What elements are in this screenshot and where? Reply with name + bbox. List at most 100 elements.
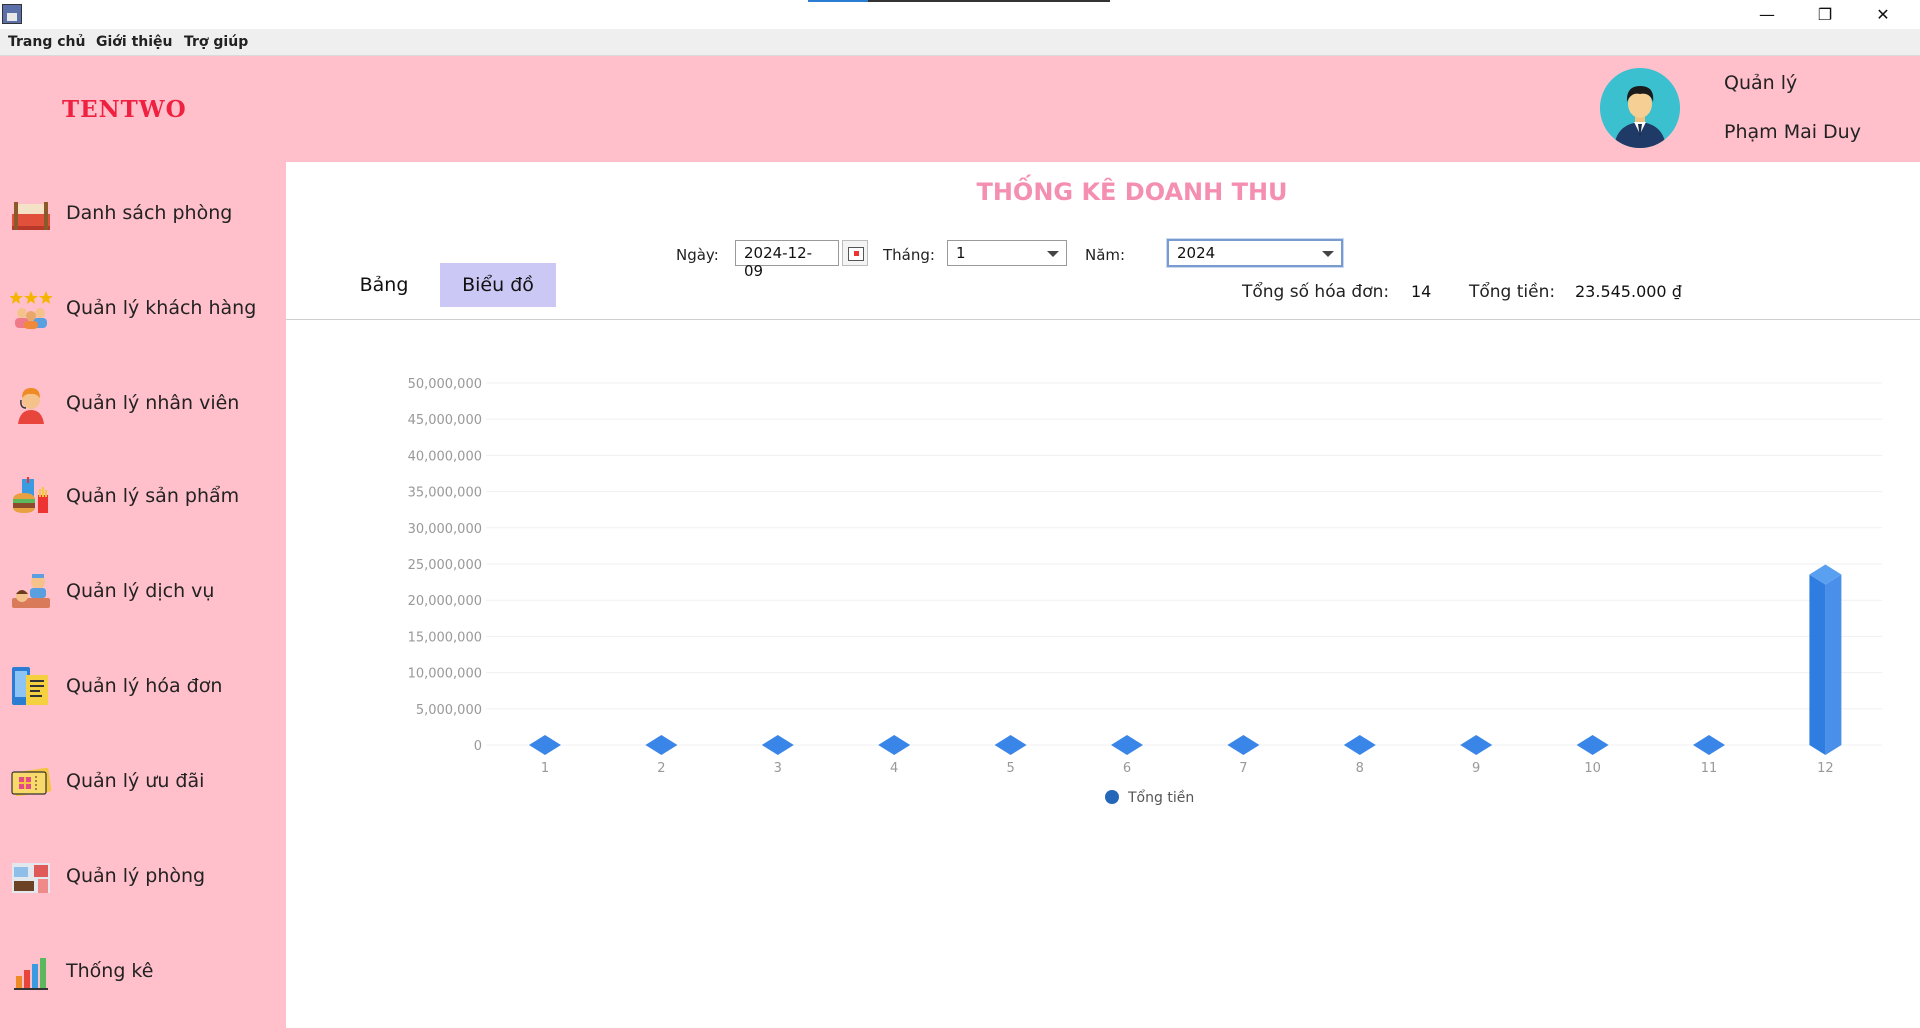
- chevron-down-icon: [1322, 251, 1334, 257]
- bar: [761, 735, 794, 755]
- chevron-down-icon: [1047, 251, 1059, 257]
- calendar-icon[interactable]: [842, 240, 868, 266]
- year-select-value: 2024: [1177, 244, 1216, 262]
- x-tick-label: 9: [1472, 761, 1480, 776]
- y-tick-label: 15,000,000: [408, 630, 482, 645]
- maximize-button[interactable]: ❐: [1796, 0, 1854, 29]
- sidebar-item-vouchers[interactable]: Quản lý ưu đãi: [0, 750, 286, 810]
- bar: [529, 735, 561, 755]
- user-role: Quản lý: [1724, 72, 1798, 94]
- x-tick-label: 6: [1123, 761, 1131, 776]
- brand-logo: TENTWO: [62, 96, 187, 123]
- year-label: Năm:: [1085, 246, 1126, 264]
- revenue-chart: 0 5,000,000 10,000,000 15,000,000 20,000,000…: [408, 377, 1882, 806]
- x-tick-label: 10: [1584, 761, 1601, 776]
- invoice-icon: [12, 667, 48, 705]
- bar: [1227, 735, 1260, 755]
- window-title-tab: [808, 0, 1110, 2]
- menu-bar: Trang chủ Giới thiệu Trợ giúp: [0, 29, 1920, 56]
- month-select-value: 1: [956, 244, 966, 262]
- tab-chart[interactable]: Biểu đồ: [440, 263, 556, 307]
- sidebar-item-products[interactable]: Quản lý sản phẩm: [0, 465, 286, 525]
- y-tick-label: 50,000,000: [408, 377, 482, 392]
- sidebar: Danh sách phòng Quản lý khách hàng Quản …: [0, 162, 286, 1028]
- y-tick-label: 5,000,000: [416, 703, 482, 718]
- x-tick-label: 1: [541, 761, 549, 776]
- minimize-button[interactable]: —: [1738, 0, 1796, 29]
- sidebar-item-label: Quản lý khách hàng: [66, 297, 257, 319]
- app-header: TENTWO Quản lý Phạm Mai Duy: [0, 56, 1920, 162]
- x-tick-label: 7: [1239, 761, 1247, 776]
- x-tick-label: 2: [657, 761, 665, 776]
- manager-avatar-icon: [1600, 68, 1680, 148]
- y-tick-label: 25,000,000: [408, 558, 482, 573]
- sidebar-item-room-list[interactable]: Danh sách phòng: [0, 182, 286, 242]
- x-tick-label: 11: [1701, 761, 1718, 776]
- total-amount-label: Tổng tiền:: [1469, 282, 1556, 302]
- legend-marker: [1105, 790, 1119, 804]
- bar-left-face: [1809, 574, 1826, 755]
- y-tick-label: 10,000,000: [408, 667, 482, 682]
- user-name: Phạm Mai Duy: [1724, 121, 1861, 143]
- menu-home[interactable]: Trang chủ: [8, 34, 85, 50]
- total-amount-value: 23.545.000 ₫: [1575, 282, 1682, 301]
- sidebar-item-label: Quản lý phòng: [66, 865, 206, 887]
- tab-table[interactable]: Bảng: [326, 263, 442, 307]
- sidebar-item-label: Quản lý dịch vụ: [66, 580, 215, 602]
- x-tick-label: 8: [1356, 761, 1364, 776]
- y-tick-label: 45,000,000: [408, 413, 482, 428]
- page-title: THỐNG KÊ DOANH THU: [976, 178, 1288, 206]
- sidebar-item-label: Quản lý hóa đơn: [66, 675, 223, 697]
- menu-about[interactable]: Giới thiệu: [96, 34, 173, 50]
- x-tick-label: 5: [1006, 761, 1014, 776]
- sidebar-item-statistics[interactable]: Thống kê: [0, 940, 286, 1000]
- bar: [1343, 735, 1376, 755]
- bed-icon: [12, 202, 50, 230]
- sidebar-item-rooms[interactable]: Quản lý phòng: [0, 845, 286, 905]
- bar: [1576, 735, 1609, 755]
- month-label: Tháng:: [883, 246, 935, 264]
- title-bar: — ❐ ✕: [0, 0, 1920, 29]
- invoice-count-label: Tổng số hóa đơn:: [1242, 282, 1390, 302]
- invoice-count-value: 14: [1411, 282, 1432, 301]
- sidebar-item-customers[interactable]: Quản lý khách hàng: [0, 277, 286, 337]
- sidebar-item-invoices[interactable]: Quản lý hóa đơn: [0, 655, 286, 715]
- y-tick-label: 35,000,000: [408, 486, 482, 501]
- sidebar-item-label: Danh sách phòng: [66, 202, 233, 224]
- food-icon: [13, 477, 48, 513]
- sidebar-item-staff[interactable]: Quản lý nhân viên: [0, 372, 286, 432]
- bar: [645, 735, 678, 755]
- main-panel: THỐNG KÊ DOANH THU Ngày: 2024-12-09 Thán…: [286, 162, 1920, 1028]
- menu-help[interactable]: Trợ giúp: [184, 34, 248, 50]
- sidebar-item-label: Quản lý sản phẩm: [66, 485, 240, 507]
- customers-icon: [10, 291, 52, 329]
- bar: [1693, 735, 1725, 755]
- y-tick-label: 20,000,000: [408, 594, 482, 609]
- bar: [878, 735, 911, 755]
- month-select[interactable]: 1: [947, 240, 1067, 266]
- y-tick-label: 0: [474, 739, 482, 754]
- y-tick-label: 30,000,000: [408, 522, 482, 537]
- app-icon: [2, 4, 22, 24]
- x-tick-label: 3: [774, 761, 782, 776]
- room-icon: [12, 863, 50, 893]
- close-button[interactable]: ✕: [1854, 0, 1912, 29]
- avatar: [1600, 68, 1680, 148]
- bar: [1111, 735, 1143, 755]
- bar: [1460, 735, 1493, 755]
- stats-icon: [14, 958, 48, 990]
- sidebar-item-label: Quản lý nhân viên: [66, 392, 240, 414]
- staff-icon: [18, 388, 44, 424]
- x-tick-label: 4: [890, 761, 898, 776]
- year-select[interactable]: 2024: [1167, 239, 1343, 267]
- date-field[interactable]: 2024-12-09: [735, 240, 839, 280]
- sidebar-item-services[interactable]: Quản lý dịch vụ: [0, 560, 286, 620]
- sidebar-item-label: Thống kê: [66, 960, 154, 982]
- legend-label: Tổng tiền: [1127, 789, 1194, 806]
- bar-right-face: [1825, 574, 1842, 755]
- service-icon: [12, 574, 50, 608]
- sidebar-item-label: Quản lý ưu đãi: [66, 770, 205, 792]
- y-tick-label: 40,000,000: [408, 449, 482, 464]
- bar: [994, 735, 1027, 755]
- voucher-icon: [11, 767, 52, 797]
